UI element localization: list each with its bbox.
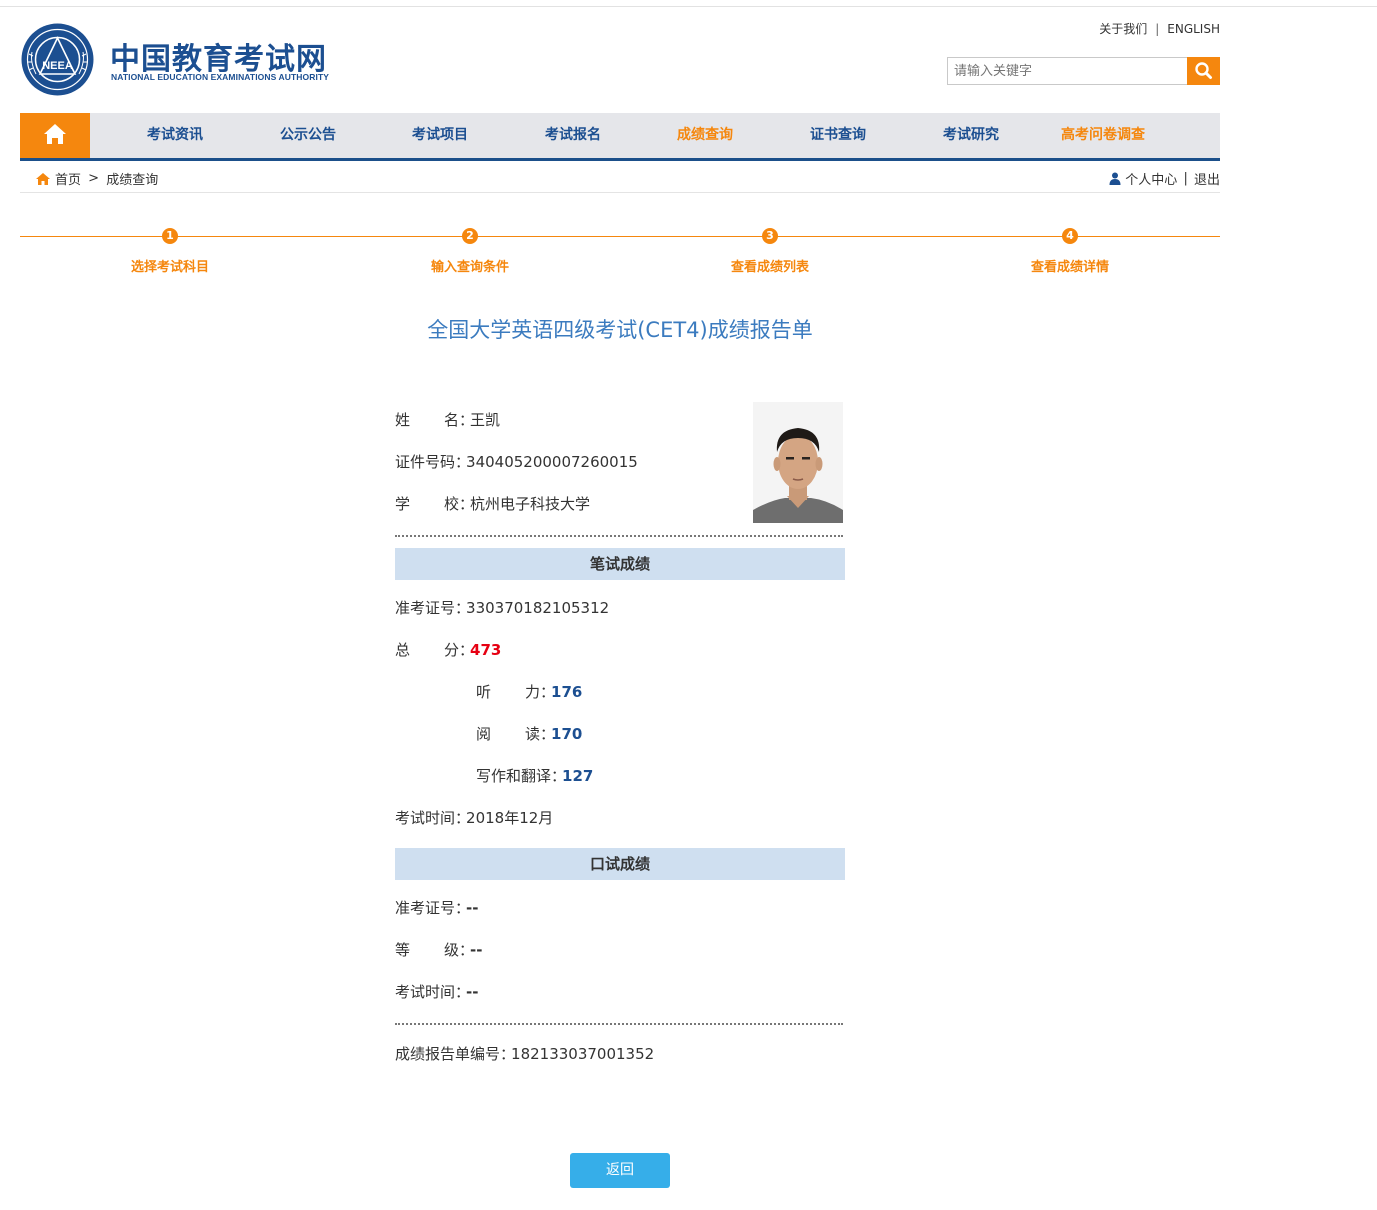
nav-item-registration[interactable]: 考试报名 <box>508 113 638 158</box>
report-number-value: 182133037001352 <box>511 1045 655 1063</box>
written-ticket-row: 准考证号：330370182105312 <box>395 597 609 619</box>
step-4: 4 查看成绩详情 <box>920 226 1220 275</box>
about-us-link[interactable]: 关于我们 <box>1099 22 1147 36</box>
query-steps: 1 选择考试科目 2 输入查询条件 3 查看成绩列表 4 查看成绩详情 <box>20 226 1220 286</box>
step-label: 选择考试科目 <box>130 260 209 275</box>
search-input[interactable] <box>947 57 1187 85</box>
top-links-separator: | <box>1155 22 1160 36</box>
report-title: 全国大学英语四级考试(CET4)成绩报告单 <box>427 318 813 342</box>
search-icon <box>1195 62 1212 79</box>
exam-time-label: 考试时间 <box>395 809 456 827</box>
listening-score: 176 <box>551 683 583 701</box>
oral-time-value: -- <box>466 983 479 1001</box>
search-button[interactable] <box>1187 57 1220 85</box>
search-box <box>947 57 1220 85</box>
nav-item-exam-news[interactable]: 考试资讯 <box>110 113 240 158</box>
english-link[interactable]: ENGLISH <box>1167 22 1220 36</box>
nav-item-certificate-query[interactable]: 证书查询 <box>773 113 903 158</box>
reading-label: 阅读 <box>476 725 540 743</box>
reading-score: 170 <box>551 725 583 743</box>
site-logo[interactable]: NEEA 中国教育考试网 NATIONAL EDUCATION EXAMINAT… <box>20 22 340 98</box>
nav-item-exam-research[interactable]: 考试研究 <box>906 113 1036 158</box>
exam-time-label: 考试时间 <box>395 983 456 1001</box>
report-number-label: 成绩报告单编号 <box>395 1045 501 1063</box>
step-1: 1 选择考试科目 <box>20 226 320 275</box>
nav-item-gaokao-survey[interactable]: 高考问卷调查 <box>1038 113 1168 158</box>
total-score-value: 473 <box>470 641 502 659</box>
breadcrumb-home[interactable]: 首页 <box>55 173 81 188</box>
oral-grade-value: -- <box>470 941 483 959</box>
school-label: 学校 <box>395 495 459 513</box>
grade-label: 等级 <box>395 941 459 959</box>
step-label: 输入查询条件 <box>430 260 509 275</box>
ticket-label: 准考证号 <box>395 899 456 917</box>
name-label: 姓名 <box>395 411 459 429</box>
oral-time-row: 考试时间：-- <box>395 981 478 1003</box>
back-button[interactable]: 返回 <box>570 1153 670 1188</box>
exam-time-value: 2018年12月 <box>466 809 554 827</box>
oral-ticket-row: 准考证号：-- <box>395 897 478 919</box>
oral-ticket-value: -- <box>466 899 479 917</box>
nav-home-button[interactable] <box>20 113 90 161</box>
reading-row: 阅读：170 <box>476 723 582 745</box>
step-number: 3 <box>762 228 778 244</box>
divider <box>395 1023 843 1025</box>
step-label: 查看成绩列表 <box>730 260 809 275</box>
home-icon <box>44 124 66 144</box>
breadcrumb-separator: > <box>88 171 100 186</box>
step-number: 1 <box>162 228 178 244</box>
divider <box>395 535 843 537</box>
top-rule <box>0 6 1377 7</box>
listening-row: 听力：176 <box>476 681 582 703</box>
logout-link[interactable]: 退出 <box>1194 173 1220 188</box>
step-2: 2 输入查询条件 <box>320 226 620 275</box>
breadcrumb-current: 成绩查询 <box>106 173 159 188</box>
breadcrumb-bar: 首页 > 成绩查询 个人中心 | 退出 <box>20 161 1220 193</box>
nav-item-score-query[interactable]: 成绩查询 <box>640 113 770 158</box>
top-links: 关于我们 | ENGLISH <box>1099 20 1220 37</box>
school-value: 杭州电子科技大学 <box>470 495 591 513</box>
breadcrumb-home-icon <box>36 172 50 185</box>
school-row: 学校：杭州电子科技大学 <box>395 493 590 515</box>
user-icon <box>1109 172 1121 185</box>
step-number: 4 <box>1062 228 1078 244</box>
total-score-row: 总分：473 <box>395 639 501 661</box>
step-3: 3 查看成绩列表 <box>620 226 920 275</box>
written-section-header: 笔试成绩 <box>395 548 845 580</box>
emblem-text: NEEA <box>42 60 73 72</box>
user-center-link[interactable]: 个人中心 <box>1125 173 1177 188</box>
user-links: 个人中心 | 退出 <box>1109 169 1220 188</box>
writing-score: 127 <box>562 767 594 785</box>
oral-section-header: 口试成绩 <box>395 848 845 880</box>
oral-grade-row: 等级：-- <box>395 939 482 961</box>
listening-label: 听力 <box>476 683 540 701</box>
nav-item-exam-projects[interactable]: 考试项目 <box>375 113 505 158</box>
writing-row: 写作和翻译：127 <box>476 765 593 787</box>
id-label: 证件号码 <box>395 453 456 471</box>
step-label: 查看成绩详情 <box>1030 260 1109 275</box>
written-time-row: 考试时间：2018年12月 <box>395 807 553 829</box>
nav-item-announcements[interactable]: 公示公告 <box>243 113 373 158</box>
logo-title-en: NATIONAL EDUCATION EXAMINATIONS AUTHORIT… <box>111 72 330 82</box>
candidate-portrait <box>753 402 843 523</box>
total-label: 总分 <box>395 641 459 659</box>
id-value: 340405200007260015 <box>466 453 638 471</box>
candidate-photo <box>753 402 843 523</box>
ticket-value: 330370182105312 <box>466 599 610 617</box>
ticket-label: 准考证号 <box>395 599 456 617</box>
header: NEEA 中国教育考试网 NATIONAL EDUCATION EXAMINAT… <box>20 20 1220 100</box>
name-row: 姓名：王凯 <box>395 409 500 431</box>
name-value: 王凯 <box>470 411 501 429</box>
id-row: 证件号码：340405200007260015 <box>395 451 638 473</box>
breadcrumb: 首页 > 成绩查询 <box>35 169 158 188</box>
user-links-divider: | <box>1183 171 1188 186</box>
main-nav: 考试资讯 公示公告 考试项目 考试报名 成绩查询 证书查询 考试研究 高考问卷调… <box>20 113 1220 161</box>
neea-emblem-icon: NEEA <box>21 23 94 96</box>
writing-label: 写作和翻译 <box>476 767 552 785</box>
step-number: 2 <box>462 228 478 244</box>
report-number-row: 成绩报告单编号：182133037001352 <box>395 1043 654 1065</box>
